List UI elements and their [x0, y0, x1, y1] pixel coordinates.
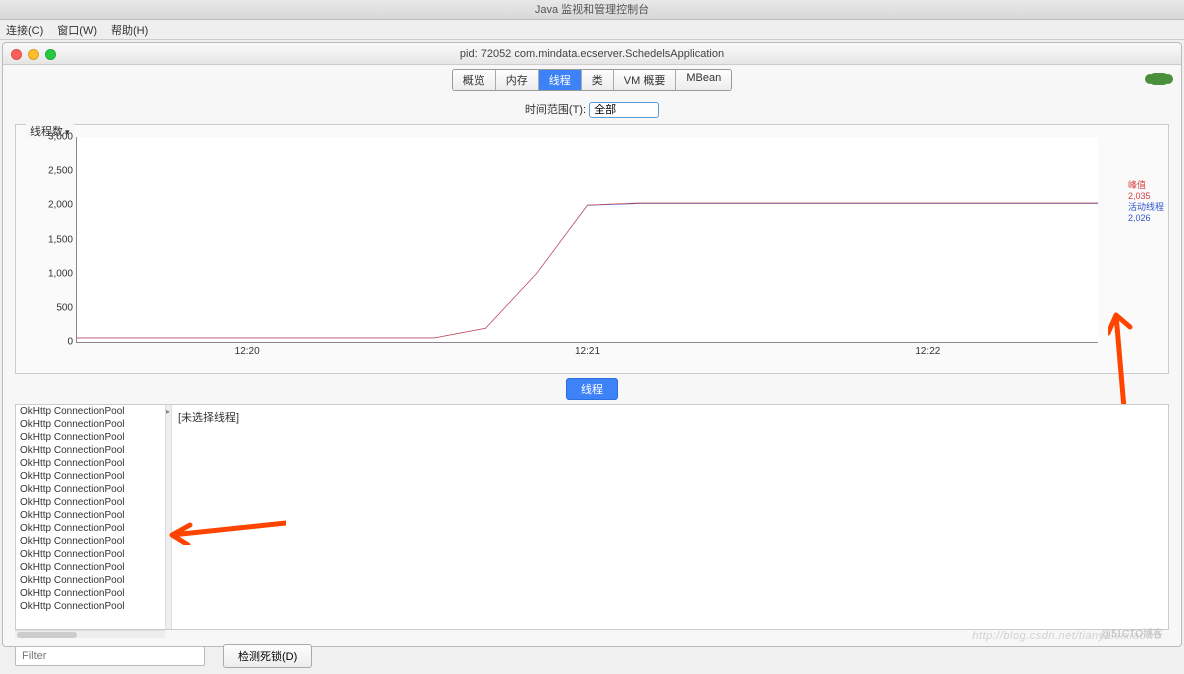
- menubar: 连接(C) 窗口(W) 帮助(H): [0, 20, 1184, 40]
- lower-pane: OkHttp ConnectionPoolOkHttp ConnectionPo…: [15, 404, 1169, 630]
- list-item[interactable]: OkHttp ConnectionPool: [16, 587, 165, 600]
- filter-input[interactable]: [15, 646, 205, 666]
- time-range-row: 时间范围(T): 全部: [3, 95, 1181, 124]
- x-tick: 12:22: [915, 346, 940, 357]
- time-range-select[interactable]: 全部: [589, 102, 659, 118]
- thread-detail: [未选择线程]: [172, 405, 1168, 629]
- jconsole-bean-icon: [1149, 73, 1169, 85]
- tab-bar: 概览 内存 线程 类 VM 概要 MBean: [3, 65, 1181, 95]
- x-tick: 12:20: [235, 346, 260, 357]
- list-item[interactable]: OkHttp ConnectionPool: [16, 509, 165, 522]
- thread-chart-panel: 线程数▾ 05001,0001,5002,0002,5003,00012:201…: [15, 124, 1169, 374]
- list-item[interactable]: OkHttp ConnectionPool: [16, 535, 165, 548]
- chart-plot: 05001,0001,5002,0002,5003,00012:2012:211…: [76, 137, 1098, 343]
- thread-list[interactable]: OkHttp ConnectionPoolOkHttp ConnectionPo…: [16, 405, 166, 629]
- tab-vm[interactable]: VM 概要: [614, 70, 677, 90]
- list-item[interactable]: OkHttp ConnectionPool: [16, 483, 165, 496]
- tab-overview[interactable]: 概览: [453, 70, 496, 90]
- list-item[interactable]: OkHttp ConnectionPool: [16, 418, 165, 431]
- traffic-lights: [11, 49, 56, 60]
- zoom-icon[interactable]: [45, 49, 56, 60]
- time-range-label: 时间范围(T):: [525, 104, 586, 116]
- list-item[interactable]: OkHttp ConnectionPool: [16, 548, 165, 561]
- list-item[interactable]: OkHttp ConnectionPool: [16, 600, 165, 613]
- close-icon[interactable]: [11, 49, 22, 60]
- minimize-icon[interactable]: [28, 49, 39, 60]
- detect-deadlock-button[interactable]: 检测死锁(D): [223, 644, 312, 668]
- window-title: pid: 72052 com.mindata.ecserver.Schedels…: [3, 43, 1181, 65]
- list-item[interactable]: OkHttp ConnectionPool: [16, 522, 165, 535]
- list-item[interactable]: OkHttp ConnectionPool: [16, 561, 165, 574]
- list-item[interactable]: OkHttp ConnectionPool: [16, 574, 165, 587]
- tab-memory[interactable]: 内存: [496, 70, 539, 90]
- main-window: pid: 72052 com.mindata.ecserver.Schedels…: [2, 42, 1182, 647]
- list-item[interactable]: OkHttp ConnectionPool: [16, 457, 165, 470]
- y-tick: 1,000: [48, 268, 73, 279]
- x-tick: 12:21: [575, 346, 600, 357]
- list-item[interactable]: OkHttp ConnectionPool: [16, 496, 165, 509]
- y-tick: 3,000: [48, 132, 73, 143]
- list-item[interactable]: OkHttp ConnectionPool: [16, 444, 165, 457]
- pane-resizer[interactable]: [166, 405, 172, 629]
- tab-mbean[interactable]: MBean: [676, 70, 731, 90]
- list-item[interactable]: OkHttp ConnectionPool: [16, 431, 165, 444]
- chart-legend: 峰值2,035 活动线程2,026: [1128, 180, 1164, 224]
- y-tick: 1,500: [48, 234, 73, 245]
- tab-threads[interactable]: 线程: [539, 70, 582, 90]
- menu-help[interactable]: 帮助(H): [111, 22, 148, 38]
- watermark-text-2: @51CTO博客: [1101, 625, 1163, 640]
- chart-line: [77, 137, 1098, 342]
- threads-section-button[interactable]: 线程: [566, 378, 618, 400]
- y-tick: 0: [67, 337, 73, 348]
- menu-connect[interactable]: 连接(C): [6, 22, 43, 38]
- thread-list-hscroll[interactable]: [15, 630, 165, 638]
- y-tick: 2,500: [48, 166, 73, 177]
- bottom-toolbar: 检测死锁(D): [3, 638, 1181, 674]
- list-item[interactable]: OkHttp ConnectionPool: [16, 470, 165, 483]
- y-tick: 2,000: [48, 200, 73, 211]
- menu-window[interactable]: 窗口(W): [57, 22, 97, 38]
- tab-classes[interactable]: 类: [582, 70, 614, 90]
- list-item[interactable]: OkHttp ConnectionPool: [16, 405, 165, 418]
- y-tick: 500: [56, 302, 73, 313]
- app-titlebar: Java 监视和管理控制台: [0, 0, 1184, 20]
